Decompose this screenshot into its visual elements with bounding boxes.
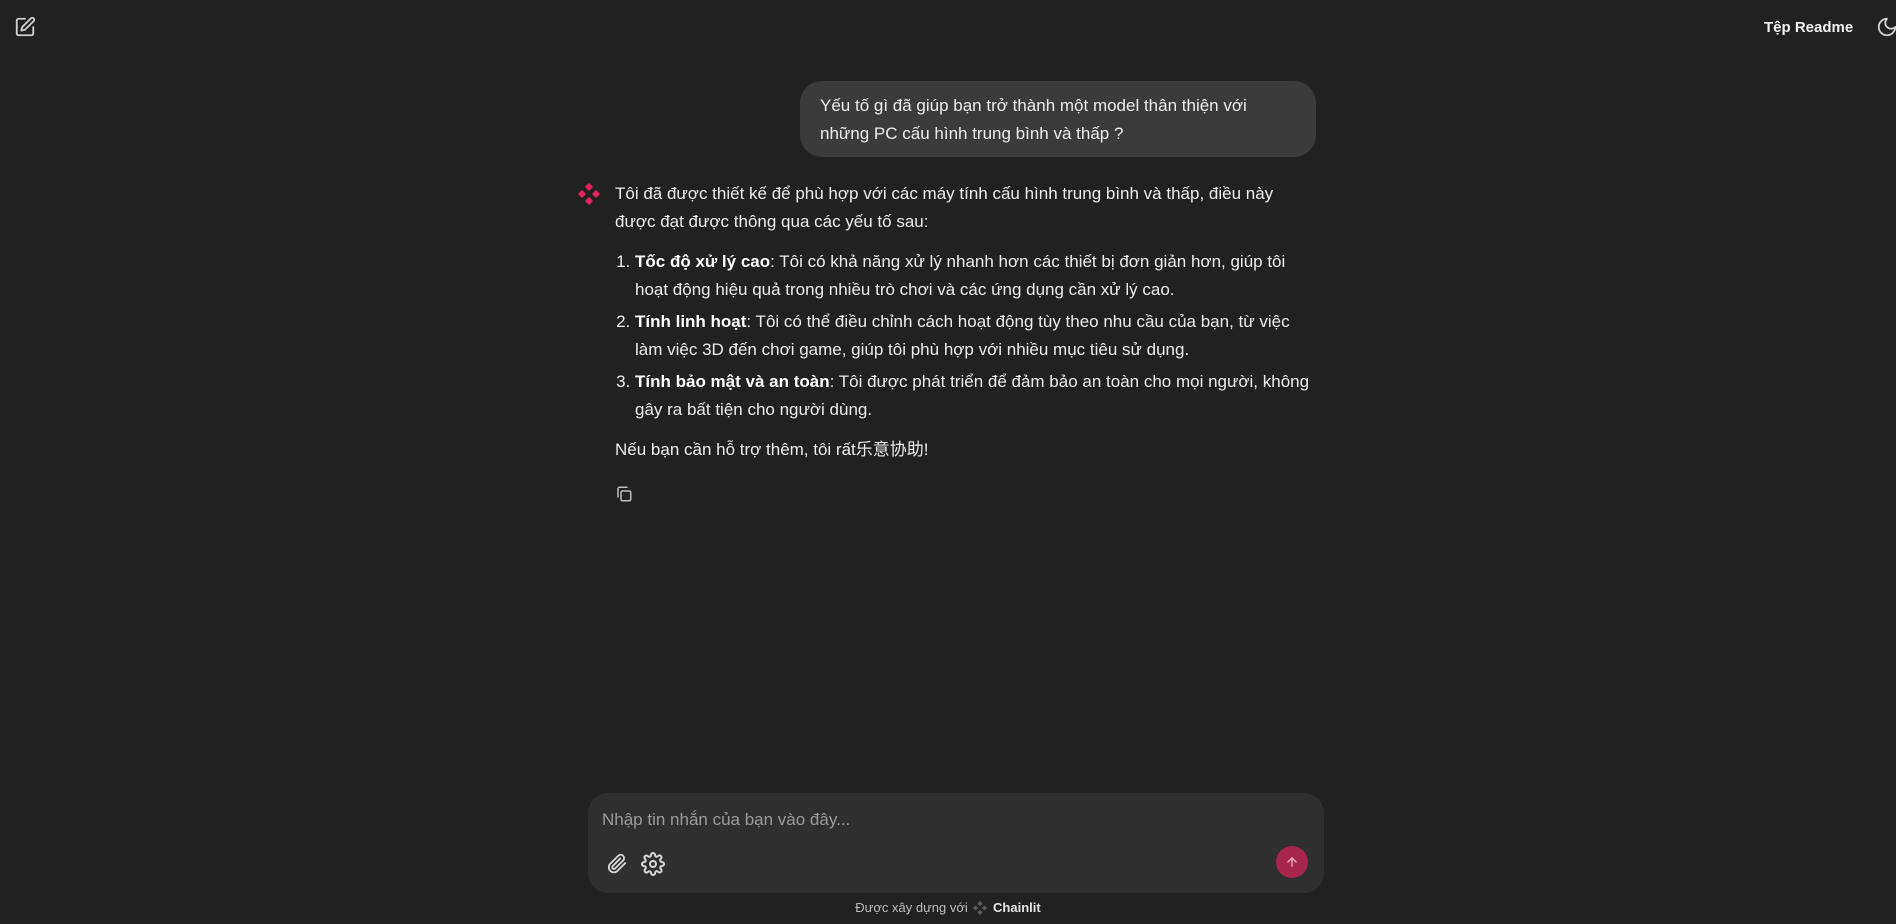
theme-toggle-button[interactable] bbox=[1876, 16, 1896, 38]
footer-brand-link[interactable]: Chainlit bbox=[993, 900, 1041, 915]
copy-icon bbox=[617, 486, 632, 502]
send-button[interactable] bbox=[1276, 846, 1308, 878]
footer: Được xây dựng với Chainlit bbox=[0, 900, 1896, 918]
user-message-text: Yếu tố gì đã giúp bạn trở thành một mode… bbox=[820, 96, 1247, 143]
readme-link[interactable]: Tệp Readme bbox=[1764, 19, 1853, 36]
assistant-message-body: Tôi đã được thiết kế để phù hợp với các … bbox=[615, 180, 1315, 476]
attach-file-button[interactable] bbox=[606, 852, 628, 876]
chainlit-logo-icon bbox=[973, 901, 988, 918]
list-item-title: Tính bảo mật và an toàn bbox=[635, 372, 830, 391]
message-input[interactable] bbox=[602, 805, 1302, 835]
list-item: Tính linh hoạt: Tôi có thể điều chỉnh cá… bbox=[635, 308, 1315, 364]
list-item-title: Tốc độ xử lý cao bbox=[635, 252, 771, 271]
arrow-up-icon bbox=[1287, 857, 1297, 867]
message-composer bbox=[588, 793, 1324, 893]
assistant-avatar bbox=[578, 183, 600, 205]
answer-outro: Nếu bạn cần hỗ trợ thêm, tôi rất乐意协助! bbox=[615, 440, 929, 459]
copy-button[interactable] bbox=[615, 485, 633, 503]
settings-button[interactable] bbox=[641, 852, 665, 876]
list-item: Tốc độ xử lý cao: Tôi có khả năng xử lý … bbox=[635, 248, 1315, 304]
list-item-title: Tính linh hoạt bbox=[635, 312, 747, 331]
footer-prefix: Được xây dựng với bbox=[855, 900, 968, 915]
answer-list: Tốc độ xử lý cao: Tôi có khả năng xử lý … bbox=[615, 248, 1315, 424]
paperclip-icon bbox=[607, 853, 627, 874]
list-item: Tính bảo mật và an toàn: Tôi được phát t… bbox=[635, 368, 1315, 424]
gear-icon bbox=[641, 852, 665, 876]
new-chat-button[interactable] bbox=[14, 16, 36, 38]
user-message-bubble: Yếu tố gì đã giúp bạn trở thành một mode… bbox=[800, 81, 1316, 157]
answer-intro: Tôi đã được thiết kế để phù hợp với các … bbox=[615, 184, 1274, 231]
top-bar: Tệp Readme bbox=[0, 0, 1896, 56]
moon-icon bbox=[1877, 17, 1896, 37]
edit-square-icon bbox=[15, 16, 36, 37]
chainlit-logo-icon bbox=[578, 183, 600, 205]
